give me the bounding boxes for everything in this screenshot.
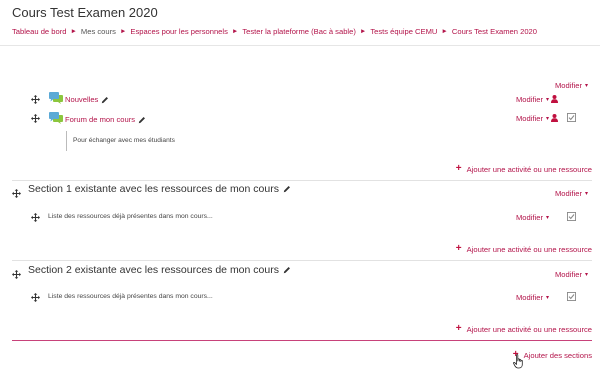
- header-divider: [0, 45, 600, 46]
- group-mode-user-icon[interactable]: [551, 95, 558, 103]
- modifier-label: Modifier: [515, 114, 543, 123]
- forum-icon: [49, 112, 63, 124]
- forum-icon: [49, 92, 63, 104]
- pencil-icon[interactable]: [283, 266, 291, 274]
- activity-name: Nouvelles: [65, 95, 99, 104]
- caret-down-icon: ▾: [584, 83, 588, 89]
- move-icon[interactable]: [31, 213, 40, 222]
- move-icon[interactable]: [12, 270, 21, 279]
- section-title-1[interactable]: Section 1 existante avec les ressources …: [28, 183, 291, 195]
- completion-checkbox-icon[interactable]: [567, 212, 576, 221]
- group-mode-user-icon[interactable]: [551, 114, 558, 122]
- pencil-icon[interactable]: [138, 116, 146, 124]
- breadcrumb-separator-icon: ►: [359, 28, 367, 35]
- breadcrumb-separator-icon: ►: [119, 28, 127, 35]
- caret-down-icon: ▾: [584, 272, 588, 278]
- move-icon[interactable]: [31, 293, 40, 302]
- modifier-label: Modifier: [515, 293, 543, 302]
- add-activity-label: Ajouter une activité ou une ressource: [466, 164, 592, 174]
- plus-icon: +: [455, 243, 462, 254]
- caret-down-icon: ▾: [545, 97, 549, 103]
- add-activity-label: Ajouter une activité ou une ressource: [466, 324, 592, 334]
- section-title-text: Section 1 existante avec les ressources …: [28, 183, 279, 195]
- caret-down-icon: ▾: [545, 215, 549, 221]
- breadcrumb-sandbox[interactable]: Tester la plateforme (Bac à sable): [242, 27, 356, 36]
- activity-edit-menu[interactable]: Modifier ▾: [516, 114, 549, 123]
- move-icon[interactable]: [31, 95, 40, 104]
- modifier-label: Modifier: [515, 213, 543, 222]
- modifier-label: Modifier: [554, 270, 582, 279]
- resource-label: Liste des ressources déjà présentes dans…: [48, 213, 213, 220]
- section-edit-menu[interactable]: Modifier ▾: [555, 270, 588, 279]
- section-edit-menu[interactable]: Modifier ▾: [555, 189, 588, 198]
- pencil-icon[interactable]: [101, 96, 109, 104]
- add-activity-label: Ajouter une activité ou une ressource: [466, 244, 592, 254]
- plus-icon: +: [455, 163, 462, 174]
- resource-label: Liste des ressources déjà présentes dans…: [48, 293, 213, 300]
- add-activity-button[interactable]: + Ajouter une activité ou une ressource: [456, 164, 592, 174]
- completion-checkbox-icon[interactable]: [567, 113, 576, 122]
- add-activity-button[interactable]: + Ajouter une activité ou une ressource: [456, 324, 592, 334]
- add-sections-label: Ajouter des sections: [523, 350, 592, 360]
- breadcrumb-separator-icon: ►: [231, 28, 239, 35]
- completion-checkbox-icon[interactable]: [567, 292, 576, 301]
- hand-pointer-cursor-icon: [513, 354, 524, 369]
- move-icon[interactable]: [31, 114, 40, 123]
- breadcrumb-cemu-tests[interactable]: Tests équipe CEMU: [370, 27, 437, 36]
- activity-edit-menu[interactable]: Modifier ▾: [516, 95, 549, 104]
- section-divider: [12, 340, 592, 341]
- caret-down-icon: ▾: [584, 191, 588, 197]
- pencil-icon[interactable]: [283, 185, 291, 193]
- caret-down-icon: ▾: [545, 116, 549, 122]
- modifier-label: Modifier: [515, 95, 543, 104]
- add-sections-button[interactable]: + Ajouter des sections: [513, 350, 592, 360]
- resource-edit-menu[interactable]: Modifier ▾: [516, 213, 549, 222]
- resource-edit-menu[interactable]: Modifier ▾: [516, 293, 549, 302]
- activity-link-forum[interactable]: Forum de mon cours: [65, 115, 146, 124]
- breadcrumb-staff-spaces[interactable]: Espaces pour les personnels: [130, 27, 228, 36]
- move-icon[interactable]: [12, 189, 21, 198]
- section-title-2[interactable]: Section 2 existante avec les ressources …: [28, 264, 291, 276]
- general-section-edit-menu[interactable]: Modifier ▾: [555, 81, 588, 90]
- breadcrumb-current-course[interactable]: Cours Test Examen 2020: [452, 27, 537, 36]
- activity-link-nouvelles[interactable]: Nouvelles: [65, 95, 109, 104]
- add-activity-button[interactable]: + Ajouter une activité ou une ressource: [456, 244, 592, 254]
- breadcrumb-separator-icon: ►: [70, 28, 77, 35]
- breadcrumb-my-courses[interactable]: Mes cours: [81, 27, 116, 36]
- section-title-text: Section 2 existante avec les ressources …: [28, 264, 279, 276]
- breadcrumb: Tableau de bord ► Mes cours ► Espaces po…: [12, 27, 537, 36]
- section-divider: [12, 260, 592, 261]
- section-divider: [12, 180, 592, 181]
- modifier-label: Modifier: [554, 81, 582, 90]
- activity-name: Forum de mon cours: [65, 115, 136, 124]
- caret-down-icon: ▾: [545, 295, 549, 301]
- breadcrumb-dashboard[interactable]: Tableau de bord: [12, 27, 66, 36]
- page-title: Cours Test Examen 2020: [12, 5, 158, 20]
- plus-icon: +: [455, 323, 462, 334]
- breadcrumb-separator-icon: ►: [441, 28, 448, 35]
- modifier-label: Modifier: [554, 189, 582, 198]
- activity-description: Pour échanger avec mes étudiants: [66, 131, 175, 151]
